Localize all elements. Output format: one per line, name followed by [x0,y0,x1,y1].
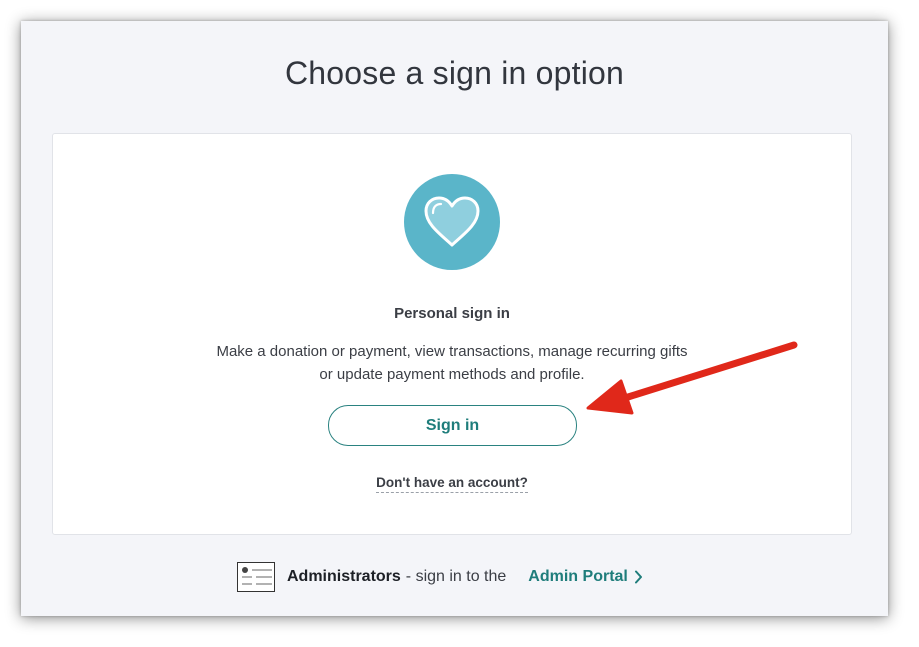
annotation-arrow [586,341,798,415]
